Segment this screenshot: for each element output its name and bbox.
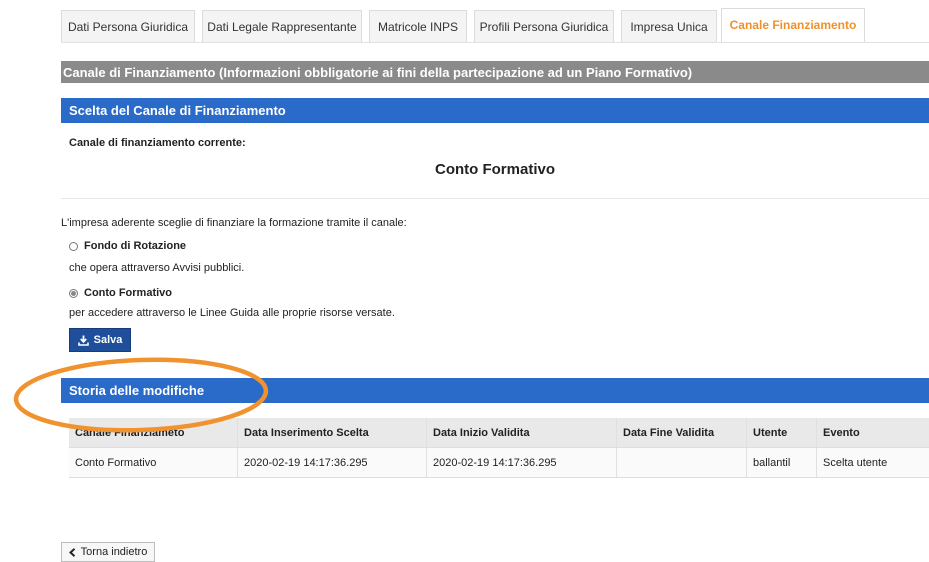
choice-section-header: Scelta del Canale di Finanziamento — [61, 98, 929, 123]
save-button-label: Salva — [94, 334, 123, 346]
option-label: Fondo di Rotazione — [84, 240, 186, 252]
table-cell: ballantil — [747, 448, 817, 478]
column-header: Data Inizio Validita — [427, 418, 617, 448]
radio-selected-icon[interactable] — [69, 289, 78, 298]
tab-matricole-inps[interactable]: Matricole INPS — [369, 10, 467, 42]
tab-label: Matricole INPS — [378, 20, 458, 34]
annotation-ellipse — [9, 350, 273, 440]
intro-text: L'impresa aderente sceglie di finanziare… — [61, 217, 407, 229]
option-label: Conto Formativo — [84, 287, 172, 299]
column-header: Data Fine Validita — [617, 418, 747, 448]
back-button[interactable]: Torna indietro — [61, 542, 155, 562]
table-cell — [617, 448, 747, 478]
tab-impresa-unica[interactable]: Impresa Unica — [621, 10, 717, 42]
tab-label: Canale Finanziamento — [730, 18, 857, 32]
current-channel-value: Conto Formativo — [61, 161, 929, 178]
column-header: Utente — [747, 418, 817, 448]
table-cell: Scelta utente — [817, 448, 929, 478]
current-channel-panel: Canale di finanziamento corrente: Conto … — [61, 124, 929, 199]
tab-label: Profili Persona Giuridica — [480, 20, 609, 34]
tab-dati-persona-giuridica[interactable]: Dati Persona Giuridica — [61, 10, 195, 42]
choice-section-title: Scelta del Canale di Finanziamento — [69, 103, 286, 118]
option-fondo-rotazione[interactable]: Fondo di Rotazione — [69, 240, 186, 252]
option-conto-formativo[interactable]: Conto Formativo — [69, 287, 172, 299]
tab-bar: Dati Persona Giuridica Dati Legale Rappr… — [0, 0, 929, 42]
tab-label: Dati Legale Rappresentante — [207, 20, 356, 34]
table-cell: 2020-02-19 14:17:36.295 — [238, 448, 427, 478]
download-icon — [78, 335, 89, 346]
main-section-header: Canale di Finanziamento (Informazioni ob… — [61, 61, 929, 83]
option-description: per accedere attraverso le Linee Guida a… — [69, 307, 395, 319]
table-cell: 2020-02-19 14:17:36.295 — [427, 448, 617, 478]
tab-label: Impresa Unica — [630, 20, 707, 34]
back-button-label: Torna indietro — [81, 546, 148, 558]
table-cell: Conto Formativo — [69, 448, 238, 478]
tab-profili-persona-giuridica[interactable]: Profili Persona Giuridica — [474, 10, 614, 42]
option-description: che opera attraverso Avvisi pubblici. — [69, 262, 244, 274]
table-row: Conto Formativo 2020-02-19 14:17:36.295 … — [69, 448, 929, 478]
tab-label: Dati Persona Giuridica — [68, 20, 188, 34]
save-button[interactable]: Salva — [69, 328, 131, 352]
tab-divider — [61, 42, 929, 43]
chevron-left-icon — [69, 548, 76, 557]
tab-canale-finanziamento[interactable]: Canale Finanziamento — [721, 8, 865, 43]
current-channel-label: Canale di finanziamento corrente: — [69, 137, 246, 149]
radio-unselected-icon[interactable] — [69, 242, 78, 251]
tab-dati-legale-rappresentante[interactable]: Dati Legale Rappresentante — [202, 10, 362, 42]
column-header: Evento — [817, 418, 929, 448]
